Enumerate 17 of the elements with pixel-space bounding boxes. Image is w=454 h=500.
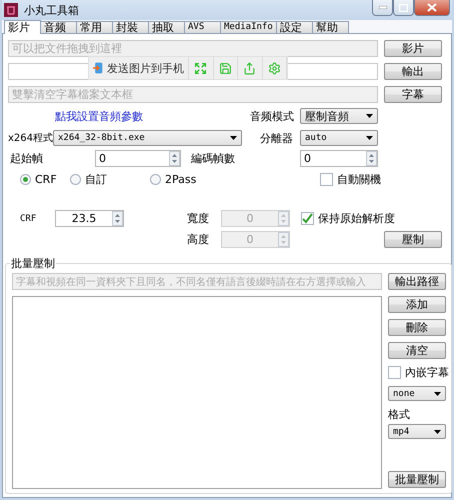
checkbox-label: 保持原始解析度 — [318, 211, 395, 226]
checkbox-label: 自動關機 — [337, 172, 381, 187]
radio-label: 自訂 — [85, 172, 107, 187]
frame-count-label: 編碼幀數 — [190, 151, 235, 166]
group-title: 批量壓制 — [10, 256, 56, 271]
crf-label: CRF — [19, 214, 36, 224]
format-label: 格式 — [388, 407, 411, 422]
x264-label: x264程式 — [8, 132, 54, 145]
width-label: 寬度 — [187, 211, 209, 226]
start-frame-label: 起始幀 — [9, 151, 43, 166]
demuxer-label: 分離器 — [259, 130, 293, 146]
checkbox-label: 內嵌字幕 — [405, 365, 449, 380]
window-title: 小丸工具箱 — [24, 3, 80, 18]
audio-mode-label: 音频模式 — [250, 108, 294, 124]
radio-label: 2Pass — [165, 173, 196, 186]
height-label: 高度 — [187, 232, 209, 247]
radio-label: CRF — [35, 173, 57, 186]
